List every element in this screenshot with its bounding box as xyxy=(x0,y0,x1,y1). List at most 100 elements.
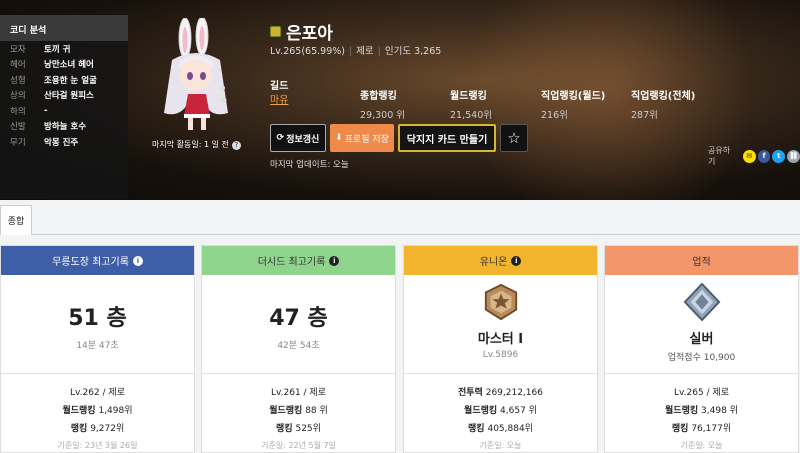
coordi-row-weapon: 무기 악몽 진주 xyxy=(0,134,128,150)
rank-value: 216위 xyxy=(541,110,568,121)
coordi-panel: 코디 분석 모자 토끼 귀 헤어 낭만소녀 헤어 성형 조용한 눈 얼굴 상의 산타걸 … xyxy=(0,15,128,199)
card-header: 유니온 i xyxy=(404,246,597,275)
coordi-row-hair: 헤어 낭만소녀 헤어 xyxy=(0,57,128,73)
total-rank: 랭킹 405,884위 xyxy=(404,421,597,434)
help-icon[interactable]: ? xyxy=(231,141,241,150)
header-background-glow xyxy=(450,0,770,200)
coordi-key: 헤어 xyxy=(10,60,26,71)
coordi-value: 낭만소녀 헤어 xyxy=(44,60,94,71)
total-rank: 랭킹 76,177위 xyxy=(605,421,798,434)
total-rank-label: 랭킹 xyxy=(671,424,689,434)
silver-emblem-icon xyxy=(683,282,720,322)
card-details: Lv.265 / 제로 월드랭킹 3,498 위 랭킹 76,177위 기준일:… xyxy=(605,374,798,451)
coordi-key: 신발 xyxy=(10,122,26,133)
link-icon[interactable]: ⛓ xyxy=(787,149,800,163)
floor-value: 51 층 xyxy=(68,306,127,331)
card-details: 전투력 269,212,166 월드랭킹 4,657 위 랭킹 405,884위… xyxy=(404,374,597,451)
card-theseed: 더시드 최고기록 i 47 층 42분 54초 Lv.261 / 제로 월드랭킹 … xyxy=(201,245,396,453)
time-value: 42분 54초 xyxy=(277,341,320,351)
rank-value: 21,540위 xyxy=(450,110,492,121)
kakao-icon[interactable]: ✉ xyxy=(742,149,756,163)
profile-header: 코디 분석 모자 토끼 귀 헤어 낭만소녀 헤어 성형 조용한 눈 얼굴 상의 산타걸 … xyxy=(0,0,800,200)
favorite-star-button[interactable]: ☆ xyxy=(500,124,528,152)
coordi-row-hat: 모자 토끼 귀 xyxy=(0,41,128,57)
total-rank-label: 랭킹 xyxy=(70,424,88,434)
card-details: Lv.262 / 제로 월드랭킹 1,498위 랭킹 9,272위 기준일: 2… xyxy=(1,374,194,451)
character-avatar xyxy=(164,18,228,130)
combat-power: 전투력 269,212,166 xyxy=(404,385,597,398)
world-rank-value: 3,498 위 xyxy=(701,406,738,416)
world-rank-label: 월드랭킹 xyxy=(62,406,96,416)
card-header: 더시드 최고기록 i xyxy=(202,246,395,275)
coordi-key: 모자 xyxy=(10,44,26,55)
world-rank-value: 88 위 xyxy=(305,406,328,416)
union-tier: 마스터 I xyxy=(477,332,524,347)
character-popularity: 인기도 3,265 xyxy=(384,46,442,57)
floor-value: 47 층 xyxy=(269,306,328,331)
rank-label: 직업랭킹(전체) xyxy=(631,91,696,102)
rank-job-all: 직업랭킹(전체) 287위 xyxy=(631,87,695,121)
total-rank-label: 랭킹 xyxy=(276,424,293,434)
base-date: 기준일: 23년 3월 26일 xyxy=(57,441,138,450)
coordi-title: 코디 분석 xyxy=(0,15,128,41)
character-name: 은포아 xyxy=(286,24,333,44)
world-rank: 월드랭킹 1,498위 xyxy=(1,403,194,416)
world-rank-label: 월드랭킹 xyxy=(464,406,498,416)
world-rank: 월드랭킹 4,657 위 xyxy=(404,403,597,416)
make-card-button[interactable]: 닥지지 카드 만들기 xyxy=(398,124,496,152)
rank-label: 월드랭킹 xyxy=(450,91,487,102)
share-label: 공유하기 xyxy=(708,146,731,166)
coordi-value: 악몽 진주 xyxy=(44,137,79,148)
level-job: Lv.262 / 제로 xyxy=(70,388,125,398)
base-date: 기준일: 22년 5월 7일 xyxy=(261,441,336,450)
share-bar: 공유하기 ✉ f t ⛓ xyxy=(708,145,800,167)
separator: | xyxy=(348,46,353,57)
coordi-value: 토끼 귀 xyxy=(44,44,71,55)
rank-world: 월드랭킹 21,540위 xyxy=(450,87,492,121)
separator: | xyxy=(377,46,381,57)
total-rank-value: 9,272위 xyxy=(90,424,125,434)
twitter-icon[interactable]: t xyxy=(772,149,786,163)
coordi-value: 조용한 눈 얼굴 xyxy=(44,75,97,86)
info-icon[interactable]: i xyxy=(329,255,340,266)
coordi-row-face: 성형 조용한 눈 얼굴 xyxy=(0,72,128,88)
card-title: 더시드 최고기록 xyxy=(257,257,326,268)
save-profile-button[interactable]: ⬇ 프로필 저장 xyxy=(330,124,394,152)
info-icon[interactable]: i xyxy=(511,255,522,266)
character-job: 제로 xyxy=(356,46,374,57)
coordi-key: 성형 xyxy=(10,75,26,86)
card-achievement: 업적 실버 업적점수 10,900 Lv.265 / 제로 월드랭킹 3,498… xyxy=(604,245,799,453)
refresh-label: 정보갱신 xyxy=(286,134,320,145)
card-union: 유니온 i 마스터 I Lv.5896 전투력 269,212,166 월드랭킹 … xyxy=(403,245,598,453)
card-details: Lv.261 / 제로 월드랭킹 88 위 랭킹 525위 기준일: 22년 5… xyxy=(202,374,395,451)
save-icon: ⬇ xyxy=(335,133,343,143)
coordi-row-top: 상의 산타걸 원피스 xyxy=(0,88,128,104)
rank-overall: 종합랭킹 29,300 위 xyxy=(360,87,405,121)
world-rank-value: 1,498위 xyxy=(98,406,133,416)
card-main: 마스터 I Lv.5896 xyxy=(404,275,597,374)
level-job: Lv.261 / 제로 xyxy=(271,388,326,398)
coordi-value: - xyxy=(44,105,48,116)
facebook-icon[interactable]: f xyxy=(757,149,771,163)
rank-label: 종합랭킹 xyxy=(360,91,397,102)
card-title: 유니온 xyxy=(479,257,508,268)
card-header: 무릉도장 최고기록 i xyxy=(1,246,194,275)
refresh-button[interactable]: ⟳ 정보갱신 xyxy=(270,124,326,152)
last-update: 마지막 업데이트: 오늘 xyxy=(270,160,349,170)
coordi-key: 무기 xyxy=(10,137,26,148)
character-level: Lv.265(65.99%) xyxy=(270,46,345,57)
world-rank: 월드랭킹 3,498 위 xyxy=(605,403,798,416)
total-rank-value: 405,884위 xyxy=(487,424,533,434)
guild-link[interactable]: 마유 xyxy=(270,91,288,106)
info-icon[interactable]: i xyxy=(132,255,143,266)
total-rank-value: 76,177위 xyxy=(691,424,732,434)
character-subinfo: Lv.265(65.99%) | 제로 | 인기도 3,265 xyxy=(270,43,441,57)
union-level: Lv.5896 xyxy=(482,350,519,360)
last-active-text: 마지막 활동일: 1 일 전? xyxy=(152,139,241,150)
world-rank-label: 월드랭킹 xyxy=(269,406,303,416)
card-main: 51 층 14분 47초 xyxy=(1,275,194,374)
rank-value: 29,300 위 xyxy=(360,110,406,121)
tab-overview[interactable]: 종합 xyxy=(0,205,32,235)
world-rank-label: 월드랭킹 xyxy=(665,406,699,416)
character-name-row: 은포아 xyxy=(270,19,333,44)
